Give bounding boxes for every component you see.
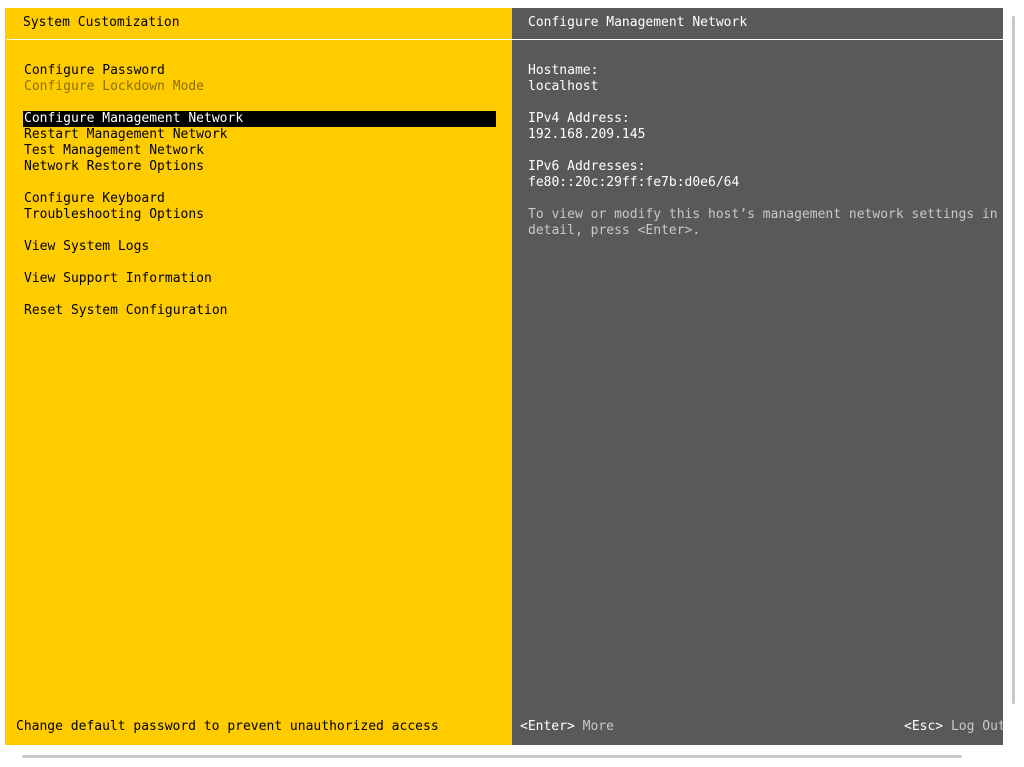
- ipv4-value: 192.168.209.145: [528, 127, 646, 142]
- menu-item-configure-keyboard[interactable]: Configure Keyboard: [23, 191, 496, 207]
- system-customization-pane: System Customization Configure Password C…: [5, 8, 512, 745]
- menu-item-configure-lockdown-mode[interactable]: Configure Lockdown Mode: [23, 79, 496, 95]
- right-pane-title: Configure Management Network: [528, 15, 748, 30]
- hint-line-2: detail, press <Enter>.: [528, 223, 701, 238]
- menu-item-view-support-information[interactable]: View Support Information: [23, 271, 496, 287]
- right-title-divider: [512, 39, 1003, 40]
- enter-more-hint[interactable]: <Enter> More: [520, 719, 614, 735]
- menu-item-restart-management-network[interactable]: Restart Management Network: [23, 127, 496, 143]
- ipv6-value: fe80::20c:29ff:fe7b:d0e6/64: [528, 175, 740, 190]
- left-title-divider: [7, 39, 512, 40]
- menu-item-troubleshooting-options[interactable]: Troubleshooting Options: [23, 207, 496, 223]
- horizontal-scrollbar[interactable]: [22, 755, 962, 758]
- customization-menu: Configure Password Configure Lockdown Mod…: [23, 63, 496, 319]
- enter-key: <Enter>: [520, 719, 575, 734]
- menu-item-configure-password[interactable]: Configure Password: [23, 63, 496, 79]
- menu-item-test-management-network[interactable]: Test Management Network: [23, 143, 496, 159]
- dcui-screen: System Customization Configure Password C…: [0, 0, 1024, 767]
- detail-pane: Configure Management Network Hostname: l…: [512, 8, 1003, 745]
- enter-key-action: More: [582, 719, 614, 734]
- left-pane-title: System Customization: [23, 15, 180, 30]
- network-info: Hostname: localhost IPv4 Address: 192.16…: [528, 63, 1003, 239]
- ipv6-label: IPv6 Addresses:: [528, 159, 646, 174]
- status-message: Change default password to prevent unaut…: [16, 719, 439, 734]
- menu-item-view-system-logs[interactable]: View System Logs: [23, 239, 496, 255]
- esc-key-action: Log Out: [950, 719, 1003, 734]
- hostname-value: localhost: [528, 79, 599, 94]
- menu-item-reset-system-configuration[interactable]: Reset System Configuration: [23, 303, 496, 319]
- hint-line-1: To view or modify this host’s management…: [528, 207, 998, 222]
- menu-item-network-restore-options[interactable]: Network Restore Options: [23, 159, 496, 175]
- esc-key: <Esc>: [904, 719, 944, 734]
- hostname-label: Hostname:: [528, 63, 599, 78]
- menu-item-configure-management-network[interactable]: Configure Management Network: [23, 111, 496, 127]
- detail-hint: To view or modify this host’s management…: [528, 207, 1003, 239]
- vertical-scrollbar[interactable]: [1012, 16, 1015, 704]
- ipv4-label: IPv4 Address:: [528, 111, 630, 126]
- esc-logout-hint[interactable]: <Esc> Log Out: [904, 719, 1003, 735]
